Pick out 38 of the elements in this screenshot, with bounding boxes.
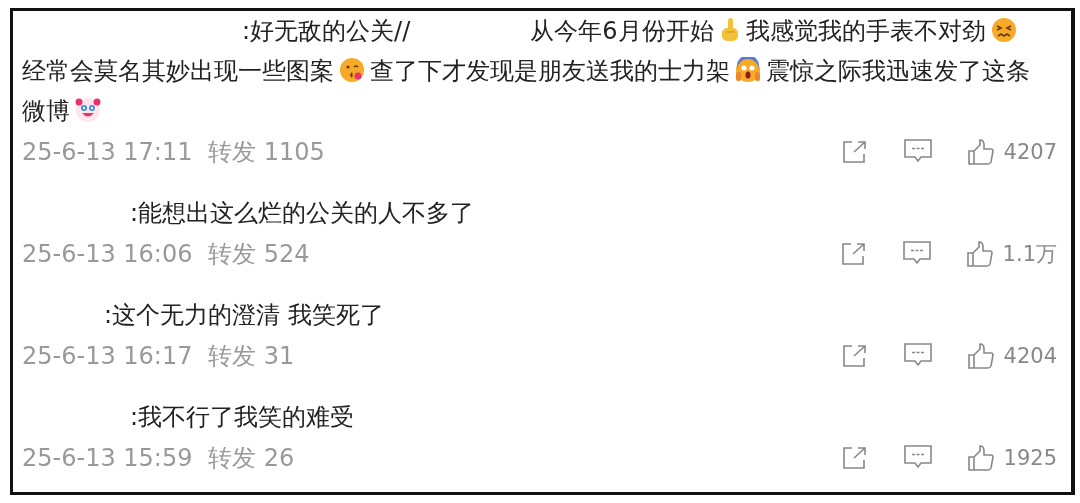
comment-text: :这个无力的澄清 我笑死了 [104,301,384,329]
comment-icon[interactable] [903,445,932,471]
thumbs-up-icon[interactable] [967,343,994,369]
comment-text: 微博 [22,97,70,125]
post-time: 25-6-13 16:17 [22,342,194,370]
post-time: 25-6-13 15:59 [22,444,194,472]
repost-count[interactable]: 转发 524 [208,238,310,270]
comment-text: 经常会莫名其妙出现一些图案 [22,57,334,85]
comment-text: :我不行了我笑的难受 [130,403,355,431]
post-time: 25-6-13 16:06 [22,240,194,268]
share-icon[interactable] [840,242,867,266]
share-icon[interactable] [841,140,868,164]
grimace-face-icon [990,17,1017,43]
comment-icon[interactable] [902,241,931,267]
comment-text: 从今年6月份开始 [530,17,714,45]
like-count: 1.1万 [1002,241,1057,268]
comment-text: :能想出这么烂的公关的人不多了 [130,199,475,227]
like-count: 1925 [1003,446,1057,470]
comment-icon[interactable] [903,139,932,165]
comment-icon[interactable] [903,343,932,369]
kissing-face-icon [339,57,365,83]
thumbs-up-icon[interactable] [966,241,993,267]
like-count: 4207 [1003,140,1057,164]
like-count: 4204 [1003,344,1057,368]
post-time: 25-6-13 17:11 [22,138,194,166]
comment-text: 我感觉我的手表不对劲 [745,17,986,45]
screaming-face-icon [735,57,761,83]
repost-count[interactable]: 转发 26 [208,442,295,474]
clown-face-icon [75,97,101,123]
share-icon[interactable] [841,446,868,470]
comment-text: :好无敌的公关// [242,17,411,45]
thumbs-up-icon[interactable] [967,139,994,165]
comment-text: 震惊之际我迅速发了这条 [766,57,1030,85]
thumbs-up-icon[interactable] [967,445,994,471]
comment-text: 查了下才发现是朋友送我的士力架 [370,57,730,85]
share-icon[interactable] [841,344,868,368]
repost-count[interactable]: 转发 31 [208,340,295,372]
repost-count[interactable]: 转发 1105 [208,136,325,168]
